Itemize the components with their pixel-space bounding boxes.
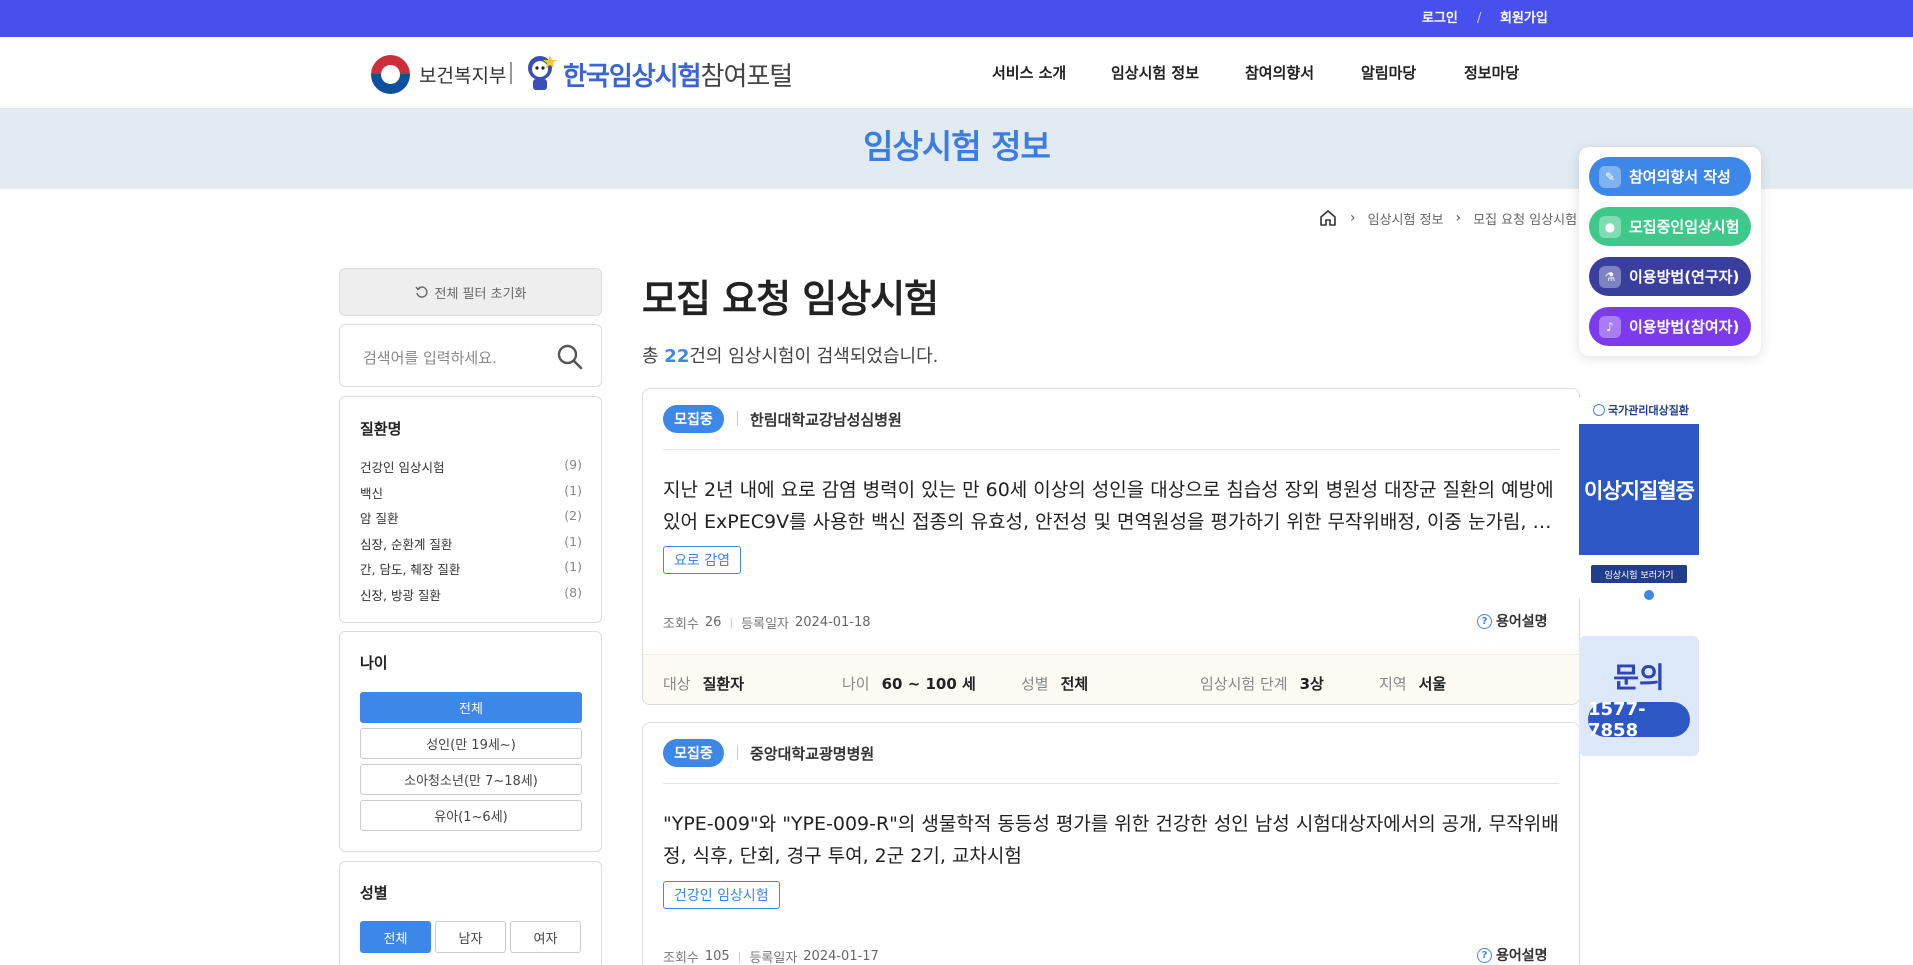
banner-label: 국가관리대상질환 xyxy=(1593,402,1689,418)
nav-notice[interactable]: 알림마당 xyxy=(1361,62,1416,83)
disease-filter-panel: 질환명 건강인 임상시험 (9) 백신 (1) 암 질환 (2) 심장, 순환계 질환… xyxy=(339,396,602,623)
nav-clinical-info[interactable]: 임상시험 정보 xyxy=(1111,62,1199,83)
logo-divider xyxy=(510,62,512,84)
search-icon[interactable] xyxy=(556,343,584,371)
disease-filter-item[interactable]: 건강인 임상시험 (9) xyxy=(360,457,582,476)
quick-recruiting-button[interactable]: ● 모집중인임상시험 xyxy=(1589,207,1751,246)
search-placeholder: 검색어를 입력하세요. xyxy=(363,349,497,367)
pencil-icon: ✎ xyxy=(1599,165,1621,188)
inquiry-label: 문의 xyxy=(1613,661,1665,694)
top-utility-bar: 로그인 / 회원가입 xyxy=(0,0,1913,37)
page-title: 모집 요청 임상시험 xyxy=(642,277,939,321)
disease-filter-item[interactable]: 간, 담도, 췌장 질환 (1) xyxy=(360,559,582,578)
home-icon[interactable] xyxy=(1318,208,1338,228)
hospital-name: 중앙대학교광명병원 xyxy=(750,745,875,763)
status-badge: 모집중 xyxy=(663,739,724,767)
disease-filter-item[interactable]: 암 질환 (2) xyxy=(360,508,582,527)
glossary-link[interactable]: ? 용어설명 xyxy=(1477,945,1548,965)
disease-tag: 요로 감염 xyxy=(663,546,741,574)
breadcrumb-item[interactable]: 임상시험 정보 xyxy=(1368,209,1444,228)
trial-card[interactable]: 모집중 중앙대학교광명병원 "YPE-009"와 "YPE-009-R"의 생물… xyxy=(642,722,1580,965)
inquiry-phone[interactable]: 1577-7858 xyxy=(1588,699,1690,741)
quick-guide-researcher-button[interactable]: ⚗ 이용방법(연구자) xyxy=(1589,257,1751,296)
age-filter-panel: 나이 전체 성인(만 19세~) 소아청소년(만 7~18세) 유아(1~6세) xyxy=(339,631,602,852)
utility-separator: / xyxy=(1477,11,1482,26)
reset-icon xyxy=(414,286,428,298)
age-filter-title: 나이 xyxy=(360,654,388,672)
glossary-link[interactable]: ? 용어설명 xyxy=(1477,611,1548,631)
age-option-all[interactable]: 전체 xyxy=(360,692,582,723)
disease-filter-item[interactable]: 백신 (1) xyxy=(360,483,582,502)
age-option-toddler[interactable]: 유아(1~6세) xyxy=(360,800,582,831)
globe-icon xyxy=(1593,404,1605,416)
trial-meta: 조회수 26 | 등록일자 2024-01-18 xyxy=(663,615,871,632)
bell-icon: ♪ xyxy=(1599,315,1621,338)
sex-option-male[interactable]: 남자 xyxy=(435,921,506,953)
nav-information[interactable]: 정보마당 xyxy=(1464,62,1519,83)
trial-title[interactable]: "YPE-009"와 "YPE-009-R"의 생물학적 동등성 평가를 위한 … xyxy=(663,808,1559,872)
chevron-right-icon: › xyxy=(1455,210,1462,226)
carousel-dot[interactable] xyxy=(1644,590,1654,600)
chevron-right-icon: › xyxy=(1350,210,1356,226)
info-target: 대상 질환자 xyxy=(663,675,745,693)
disease-filter-item[interactable]: 신장, 방광 질환 (8) xyxy=(360,585,582,604)
sex-option-female[interactable]: 여자 xyxy=(510,921,581,953)
trial-meta: 조회수 105 | 등록일자 2024-01-17 xyxy=(663,949,879,965)
disease-filter-item[interactable]: 심장, 순환계 질환 (1) xyxy=(360,534,582,553)
info-region: 지역 서울 xyxy=(1379,675,1447,693)
disease-filter-title: 질환명 xyxy=(360,420,402,438)
reset-filters-label: 전체 필터 초기화 xyxy=(434,286,527,302)
question-icon: ? xyxy=(1477,947,1492,963)
sex-option-all[interactable]: 전체 xyxy=(360,921,431,953)
hospital-name: 한림대학교강남성심병원 xyxy=(750,411,902,429)
login-link[interactable]: 로그인 xyxy=(1422,0,1458,37)
banner-title: 이상지질혈증 xyxy=(1579,424,1699,555)
search-input[interactable]: 검색어를 입력하세요. xyxy=(339,324,602,387)
inquiry-box[interactable]: 문의 1577-7858 xyxy=(1579,636,1699,756)
trial-card[interactable]: 모집중 한림대학교강남성심병원 지난 2년 내에 요로 감염 병력이 있는 만 … xyxy=(642,388,1580,705)
info-phase: 임상시험 단계 3상 xyxy=(1200,675,1324,693)
breadcrumb: › 임상시험 정보 › 모집 요청 임상시험 xyxy=(1318,207,1577,229)
quick-guide-participant-button[interactable]: ♪ 이용방법(참여자) xyxy=(1589,307,1751,346)
flask-search-icon: ⚗ xyxy=(1599,265,1621,288)
mascot-icon xyxy=(528,55,557,90)
site-header: 보건복지부 한국임상시험참여포털 서비스 소개 임상시험 정보 참여의향서 알림… xyxy=(0,37,1913,109)
question-icon: ? xyxy=(1477,613,1492,629)
bottle-icon: ● xyxy=(1599,215,1621,238)
sex-filter-panel: 성별 전체 남자 여자 xyxy=(339,861,602,965)
info-age: 나이 60 ~ 100 세 xyxy=(842,675,976,693)
age-option-youth[interactable]: 소아청소년(만 7~18세) xyxy=(360,764,582,795)
quick-intent-form-button[interactable]: ✎ 참여의향서 작성 xyxy=(1589,157,1751,196)
breadcrumb-current: 모집 요청 임상시험 xyxy=(1473,212,1578,228)
trial-info-bar: 대상 질환자 나이 60 ~ 100 세 성별 전체 임상시험 단계 3상 지역 서울 xyxy=(643,654,1579,704)
disease-banner[interactable]: 국가관리대상질환 이상지질혈증 임상시험 보러가기 xyxy=(1579,398,1699,598)
quick-menu: ✎ 참여의향서 작성 ● 모집중인임상시험 ⚗ 이용방법(연구자) ♪ 이용방법… xyxy=(1579,147,1761,356)
nav-service-intro[interactable]: 서비스 소개 xyxy=(992,62,1066,83)
result-summary: 총 22건의 임상시험이 검색되었습니다. xyxy=(642,346,939,367)
age-option-adult[interactable]: 성인(만 19세~) xyxy=(360,728,582,759)
reset-filters-button[interactable]: 전체 필터 초기화 xyxy=(339,268,602,316)
disease-tag: 건강인 임상시험 xyxy=(663,881,780,909)
info-sex: 성별 전체 xyxy=(1021,675,1089,693)
government-emblem-icon[interactable] xyxy=(371,55,410,94)
nav-intent-form[interactable]: 참여의향서 xyxy=(1245,62,1314,83)
status-badge: 모집중 xyxy=(663,405,724,433)
result-count: 22 xyxy=(664,346,690,367)
portal-logo[interactable]: 한국임상시험참여포털 xyxy=(563,56,793,93)
sex-filter-title: 성별 xyxy=(360,884,388,902)
signup-link[interactable]: 회원가입 xyxy=(1500,0,1548,37)
banner-button[interactable]: 임상시험 보러가기 xyxy=(1591,565,1687,583)
trial-title[interactable]: 지난 2년 내에 요로 감염 병력이 있는 만 60세 이상의 성인을 대상으로… xyxy=(663,474,1559,538)
ministry-name[interactable]: 보건복지부 xyxy=(419,61,506,88)
